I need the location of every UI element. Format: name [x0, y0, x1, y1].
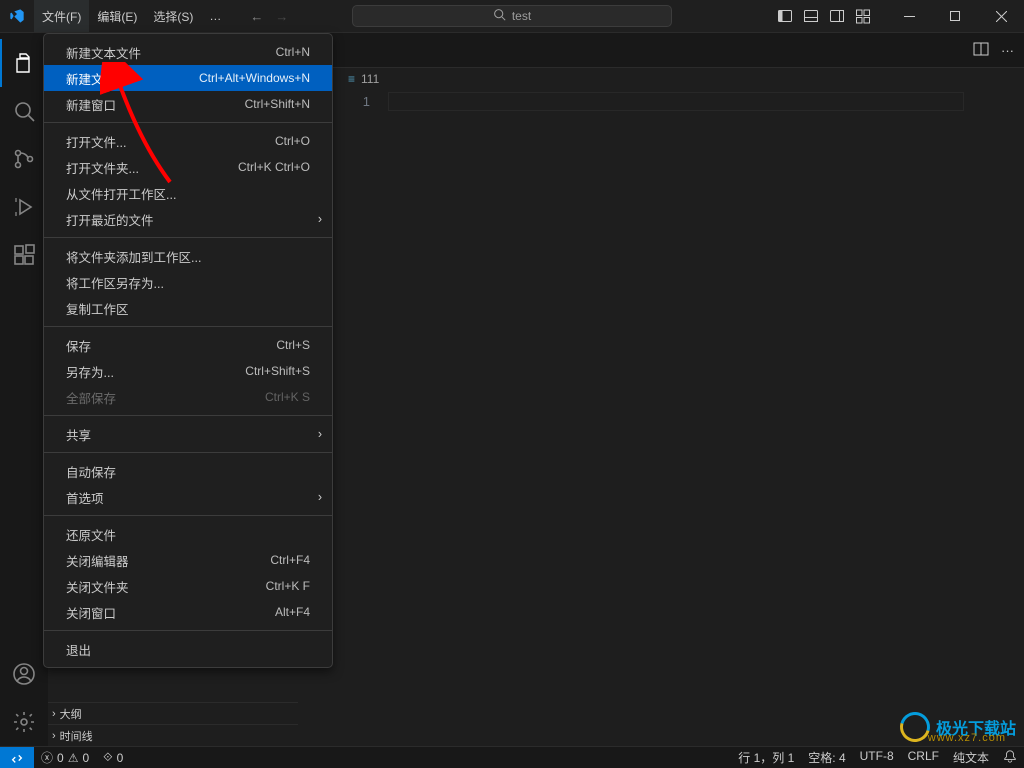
search-icon — [493, 8, 506, 24]
menu-save-all: 全部保存Ctrl+K S — [44, 384, 332, 410]
menu-open-folder[interactable]: 打开文件夹...Ctrl+K Ctrl+O — [44, 154, 332, 180]
watermark: 极光下载站 www.xz7.com — [900, 712, 1016, 742]
maximize-button[interactable] — [932, 0, 978, 33]
close-button[interactable] — [978, 0, 1024, 33]
nav-back-icon[interactable]: ← — [250, 9, 263, 24]
problems-button[interactable]: ⓧ0 ⚠0 — [34, 747, 96, 768]
vscode-icon — [0, 8, 34, 24]
menu-save[interactable]: 保存Ctrl+S — [44, 332, 332, 358]
nav-arrows: ← → — [250, 9, 288, 24]
line-number: 1 — [348, 92, 370, 111]
menu-save-workspace-as[interactable]: 将工作区另存为... — [44, 269, 332, 295]
notifications-icon[interactable] — [996, 749, 1024, 763]
chevron-right-icon: › — [318, 212, 322, 226]
menu-separator — [44, 515, 332, 516]
breadcrumb-file: 111 — [361, 72, 379, 86]
minimize-button[interactable] — [886, 0, 932, 33]
menu-more[interactable]: … — [201, 0, 230, 32]
language-mode[interactable]: 纯文本 — [946, 749, 996, 766]
menu-separator — [44, 122, 332, 123]
ports-count: 0 — [117, 751, 124, 765]
menu-new-file[interactable]: 新建文件...Ctrl+Alt+Windows+N — [44, 65, 332, 91]
menu-save-as[interactable]: 另存为...Ctrl+Shift+S — [44, 358, 332, 384]
menu-share[interactable]: 共享› — [44, 421, 332, 447]
menu-open-recent[interactable]: 打开最近的文件› — [44, 206, 332, 232]
customize-layout-icon[interactable] — [850, 8, 876, 24]
search-text: test — [512, 9, 531, 23]
explorer-icon[interactable] — [0, 39, 48, 87]
menu-close-editor[interactable]: 关闭编辑器Ctrl+F4 — [44, 547, 332, 573]
more-actions-icon[interactable]: ··· — [1001, 43, 1014, 58]
menu-preferences[interactable]: 首选项› — [44, 484, 332, 510]
timeline-label: 时间线 — [60, 728, 93, 744]
menu-separator — [44, 452, 332, 453]
error-icon: ⓧ — [41, 749, 53, 766]
extensions-icon[interactable] — [0, 231, 48, 279]
current-line-highlight — [388, 92, 964, 111]
menu-file[interactable]: 文件(F) — [34, 0, 89, 32]
menu-close-folder[interactable]: 关闭文件夹Ctrl+K F — [44, 573, 332, 599]
timeline-section[interactable]: › 时间线 — [48, 724, 298, 746]
toggle-panel-bottom-icon[interactable] — [798, 8, 824, 24]
warning-icon: ⚠ — [68, 751, 79, 765]
debug-icon[interactable] — [0, 183, 48, 231]
title-bar: 文件(F) 编辑(E) 选择(S) … ← → test — [0, 0, 1024, 33]
toggle-panel-right-icon[interactable] — [824, 8, 850, 24]
cursor-position[interactable]: 行 1，列 1 — [731, 749, 801, 766]
menubar: 文件(F) 编辑(E) 选择(S) … — [34, 0, 230, 32]
menu-open-workspace[interactable]: 从文件打开工作区... — [44, 180, 332, 206]
outline-label: 大纲 — [60, 706, 82, 722]
editor-actions: ··· — [963, 33, 1024, 67]
eol[interactable]: CRLF — [901, 749, 946, 763]
menu-open-file[interactable]: 打开文件...Ctrl+O — [44, 128, 332, 154]
menu-duplicate-workspace[interactable]: 复制工作区 — [44, 295, 332, 321]
remote-button[interactable] — [0, 747, 34, 768]
radio-icon: ⟐ — [103, 750, 112, 765]
toggle-panel-left-icon[interactable] — [772, 8, 798, 24]
menu-add-folder-to-workspace[interactable]: 将文件夹添加到工作区... — [44, 243, 332, 269]
chevron-right-icon: › — [318, 427, 322, 441]
search-activity-icon[interactable] — [0, 87, 48, 135]
menu-separator — [44, 326, 332, 327]
menu-new-window[interactable]: 新建窗口Ctrl+Shift+N — [44, 91, 332, 117]
activity-bar — [0, 33, 48, 746]
menu-new-text-file[interactable]: 新建文本文件Ctrl+N — [44, 39, 332, 65]
menu-close-window[interactable]: 关闭窗口Alt+F4 — [44, 599, 332, 625]
editor-content[interactable] — [388, 90, 1024, 746]
menu-separator — [44, 237, 332, 238]
file-icon: ≡ — [348, 72, 355, 86]
scm-icon[interactable] — [0, 135, 48, 183]
menu-exit[interactable]: 退出 — [44, 636, 332, 662]
chevron-right-icon: › — [318, 490, 322, 504]
settings-gear-icon[interactable] — [0, 698, 48, 746]
menu-revert-file[interactable]: 还原文件 — [44, 521, 332, 547]
indentation[interactable]: 空格: 4 — [801, 749, 852, 766]
menu-auto-save[interactable]: 自动保存 — [44, 458, 332, 484]
command-center[interactable]: test — [352, 5, 672, 27]
layout-controls — [772, 8, 876, 24]
window-controls — [886, 0, 1024, 33]
warning-count: 0 — [82, 751, 89, 765]
menu-select[interactable]: 选择(S) — [145, 0, 201, 32]
chevron-right-icon: › — [52, 730, 56, 742]
outline-section[interactable]: › 大纲 — [48, 702, 298, 724]
nav-forward-icon[interactable]: → — [275, 9, 288, 24]
chevron-right-icon: › — [52, 708, 56, 720]
watermark-url: www.xz7.com — [928, 732, 1006, 744]
status-bar: ⓧ0 ⚠0 ⟐0 行 1，列 1 空格: 4 UTF-8 CRLF 纯文本 — [0, 746, 1024, 768]
menu-separator — [44, 415, 332, 416]
split-editor-icon[interactable] — [973, 41, 989, 60]
ports-button[interactable]: ⟐0 — [96, 747, 130, 768]
accounts-icon[interactable] — [0, 650, 48, 698]
file-menu-dropdown: 新建文本文件Ctrl+N 新建文件...Ctrl+Alt+Windows+N 新… — [43, 33, 333, 668]
encoding[interactable]: UTF-8 — [853, 749, 901, 763]
menu-edit[interactable]: 编辑(E) — [89, 0, 145, 32]
error-count: 0 — [57, 751, 64, 765]
menu-separator — [44, 630, 332, 631]
